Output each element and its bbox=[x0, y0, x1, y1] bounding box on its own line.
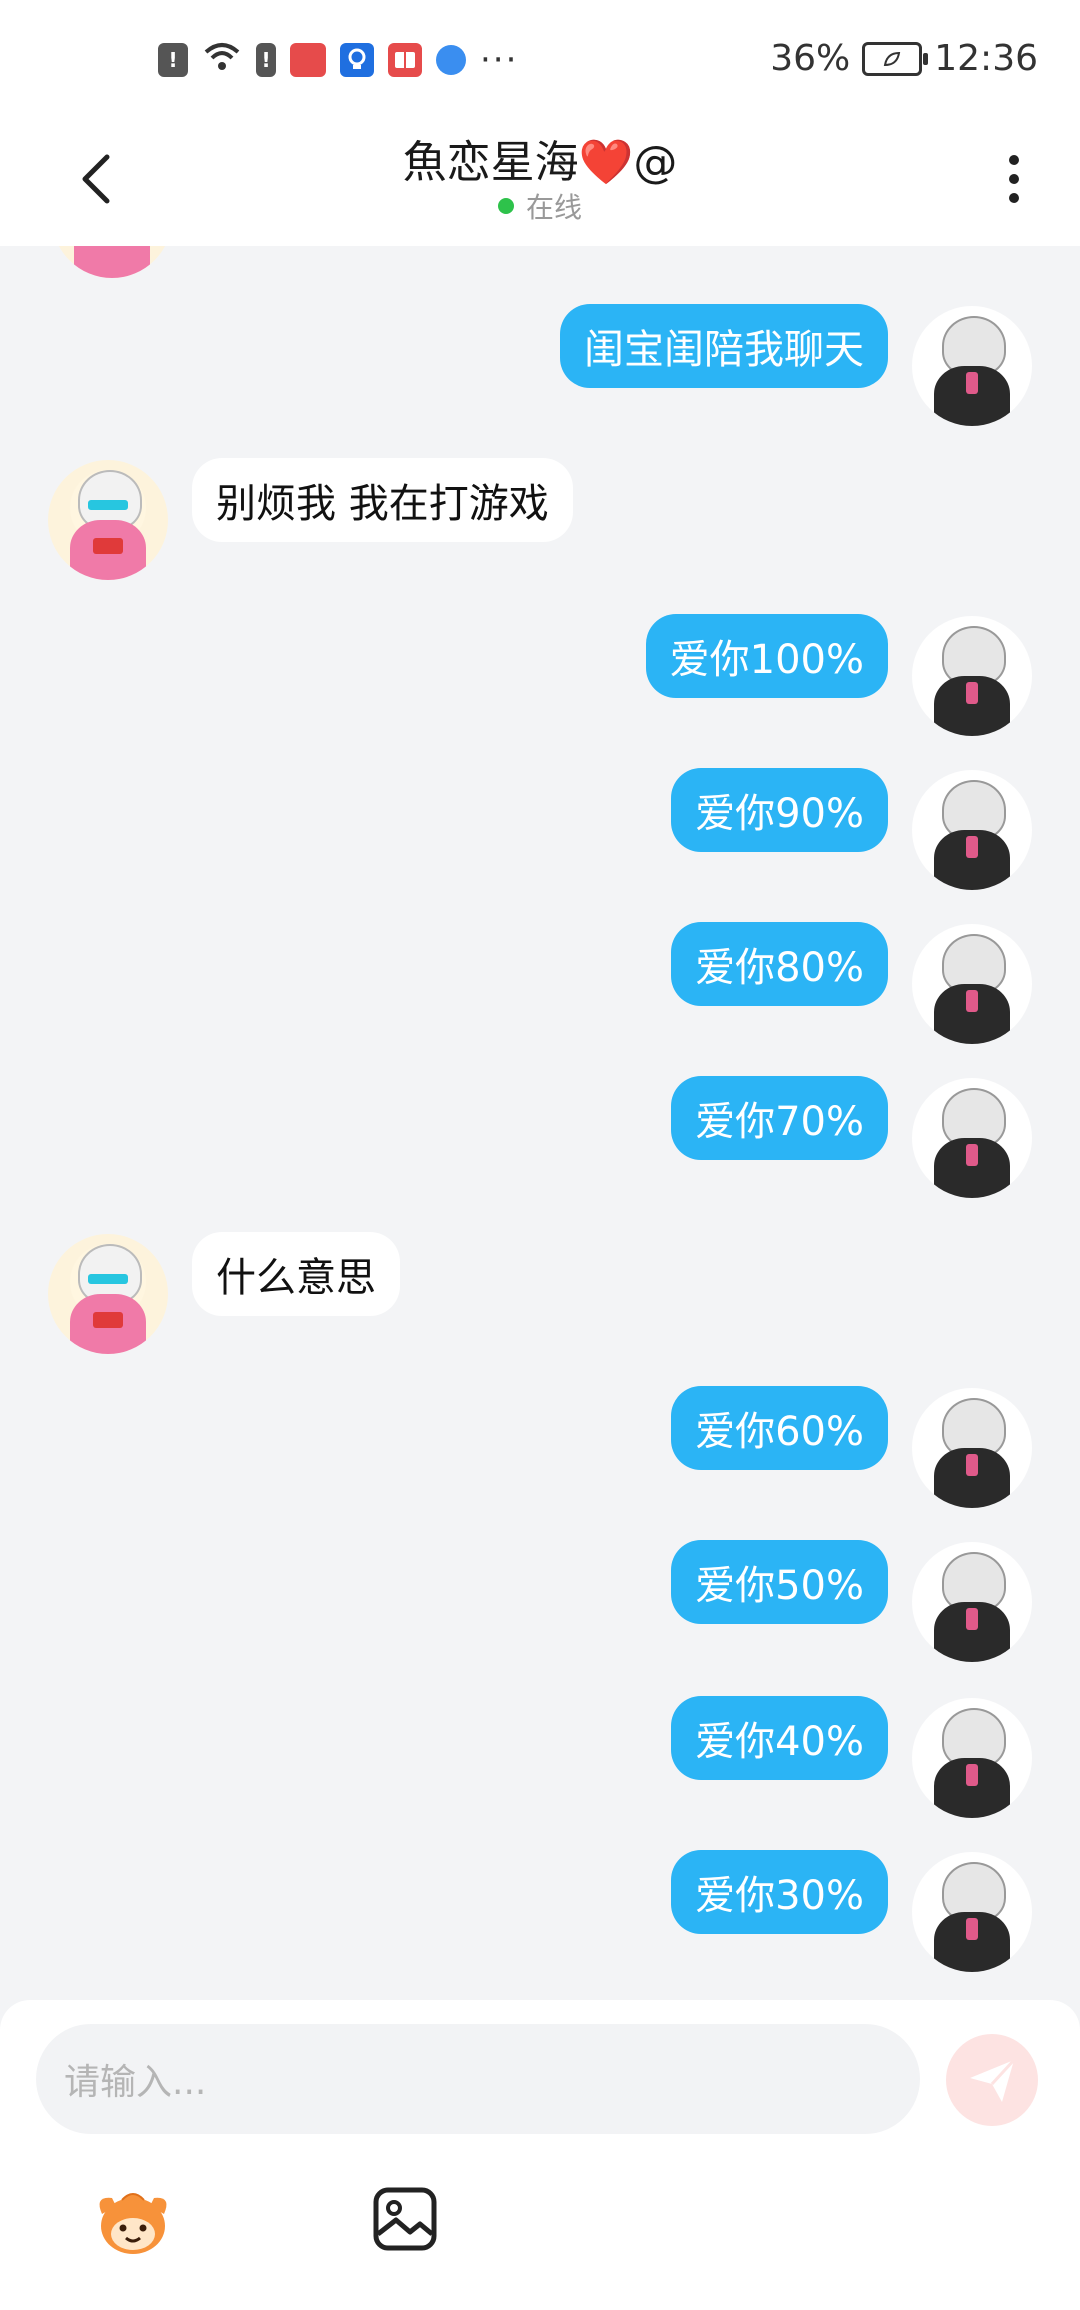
my-avatar[interactable] bbox=[912, 306, 1032, 426]
emoji-button[interactable] bbox=[92, 2184, 174, 2260]
online-dot-icon bbox=[497, 198, 514, 214]
message-bubble-self[interactable]: 爱你70% bbox=[671, 1076, 888, 1160]
message-bubble-self[interactable]: 爱你50% bbox=[671, 1540, 888, 1624]
online-status: 在线 bbox=[0, 186, 1080, 226]
avatar-body bbox=[74, 246, 150, 278]
battery-icon bbox=[862, 41, 929, 76]
my-avatar[interactable] bbox=[912, 1542, 1032, 1662]
my-avatar[interactable] bbox=[912, 770, 1032, 890]
battery-percent: 36% bbox=[770, 38, 851, 79]
avatar-visor bbox=[88, 500, 128, 510]
more-notifications-icon: ··· bbox=[480, 40, 519, 80]
image-icon bbox=[373, 2187, 437, 2251]
image-button[interactable] bbox=[370, 2184, 440, 2254]
status-bar: ! ! ··· 36% 12:36 bbox=[0, 0, 1080, 120]
more-vertical-dot bbox=[1009, 193, 1019, 203]
clock: 12:36 bbox=[934, 38, 1038, 79]
message-bubble-self[interactable]: 爱你100% bbox=[645, 614, 888, 698]
my-avatar[interactable] bbox=[912, 1852, 1032, 1972]
message-bubble-self[interactable]: 爱你30% bbox=[671, 1850, 888, 1934]
sim-alert-icon: ! bbox=[256, 43, 276, 77]
message-bubble-self[interactable]: 爱你60% bbox=[671, 1386, 888, 1470]
online-status-label: 在线 bbox=[525, 191, 582, 224]
alert-icon: ! bbox=[158, 43, 188, 77]
send-icon bbox=[970, 2058, 1016, 2102]
emoji-mascot-icon bbox=[99, 2193, 167, 2254]
more-vertical-icon bbox=[1009, 155, 1019, 165]
browser-icon bbox=[436, 45, 466, 75]
message-list[interactable]: 闺宝闺陪我聊天 别烦我 我在打游戏 爱你100% 爱你90% 爱你80% 爱你7… bbox=[0, 246, 1080, 2000]
avatar-tie bbox=[966, 372, 978, 394]
contact-avatar[interactable] bbox=[48, 460, 168, 580]
send-button[interactable] bbox=[946, 2034, 1038, 2126]
message-bubble-self[interactable]: 爱你40% bbox=[671, 1696, 888, 1780]
bulb-app-icon bbox=[340, 43, 374, 77]
status-icons: ! ! ··· bbox=[158, 40, 518, 80]
avatar-bow bbox=[93, 1312, 123, 1328]
my-avatar[interactable] bbox=[912, 1698, 1032, 1818]
message-bubble-self[interactable]: 闺宝闺陪我聊天 bbox=[560, 304, 888, 388]
avatar-tie bbox=[966, 1918, 978, 1940]
composer: 请输入... bbox=[0, 2000, 1080, 2310]
avatar-visor bbox=[88, 1274, 128, 1284]
more-options-button[interactable] bbox=[994, 144, 1034, 214]
avatar-tie bbox=[966, 1454, 978, 1476]
avatar-tie bbox=[966, 1764, 978, 1786]
appgallery-icon bbox=[290, 43, 326, 77]
contact-name: 魚恋星海❤️@ bbox=[402, 137, 678, 188]
my-avatar[interactable] bbox=[912, 1388, 1032, 1508]
avatar-bow bbox=[93, 538, 123, 554]
chat-header: 魚恋星海❤️@ 在线 bbox=[0, 120, 1080, 246]
avatar-tie bbox=[966, 682, 978, 704]
more-vertical-dot bbox=[1009, 174, 1019, 184]
message-bubble-self[interactable]: 爱你90% bbox=[671, 768, 888, 852]
contact-avatar[interactable] bbox=[48, 1234, 168, 1354]
my-avatar[interactable] bbox=[912, 1078, 1032, 1198]
message-bubble-other[interactable]: 什么意思 bbox=[192, 1232, 400, 1316]
message-input[interactable]: 请输入... bbox=[36, 2024, 920, 2134]
avatar-tie bbox=[966, 1608, 978, 1630]
avatar-tie bbox=[966, 990, 978, 1012]
message-bubble-other[interactable]: 别烦我 我在打游戏 bbox=[192, 458, 573, 542]
wifi-icon bbox=[202, 40, 242, 80]
my-avatar[interactable] bbox=[912, 924, 1032, 1044]
book-app-icon bbox=[388, 43, 422, 77]
my-avatar[interactable] bbox=[912, 616, 1032, 736]
message-bubble-self[interactable]: 爱你80% bbox=[671, 922, 888, 1006]
avatar-tie bbox=[966, 1144, 978, 1166]
avatar-tie bbox=[966, 836, 978, 858]
contact-avatar[interactable] bbox=[52, 246, 172, 278]
